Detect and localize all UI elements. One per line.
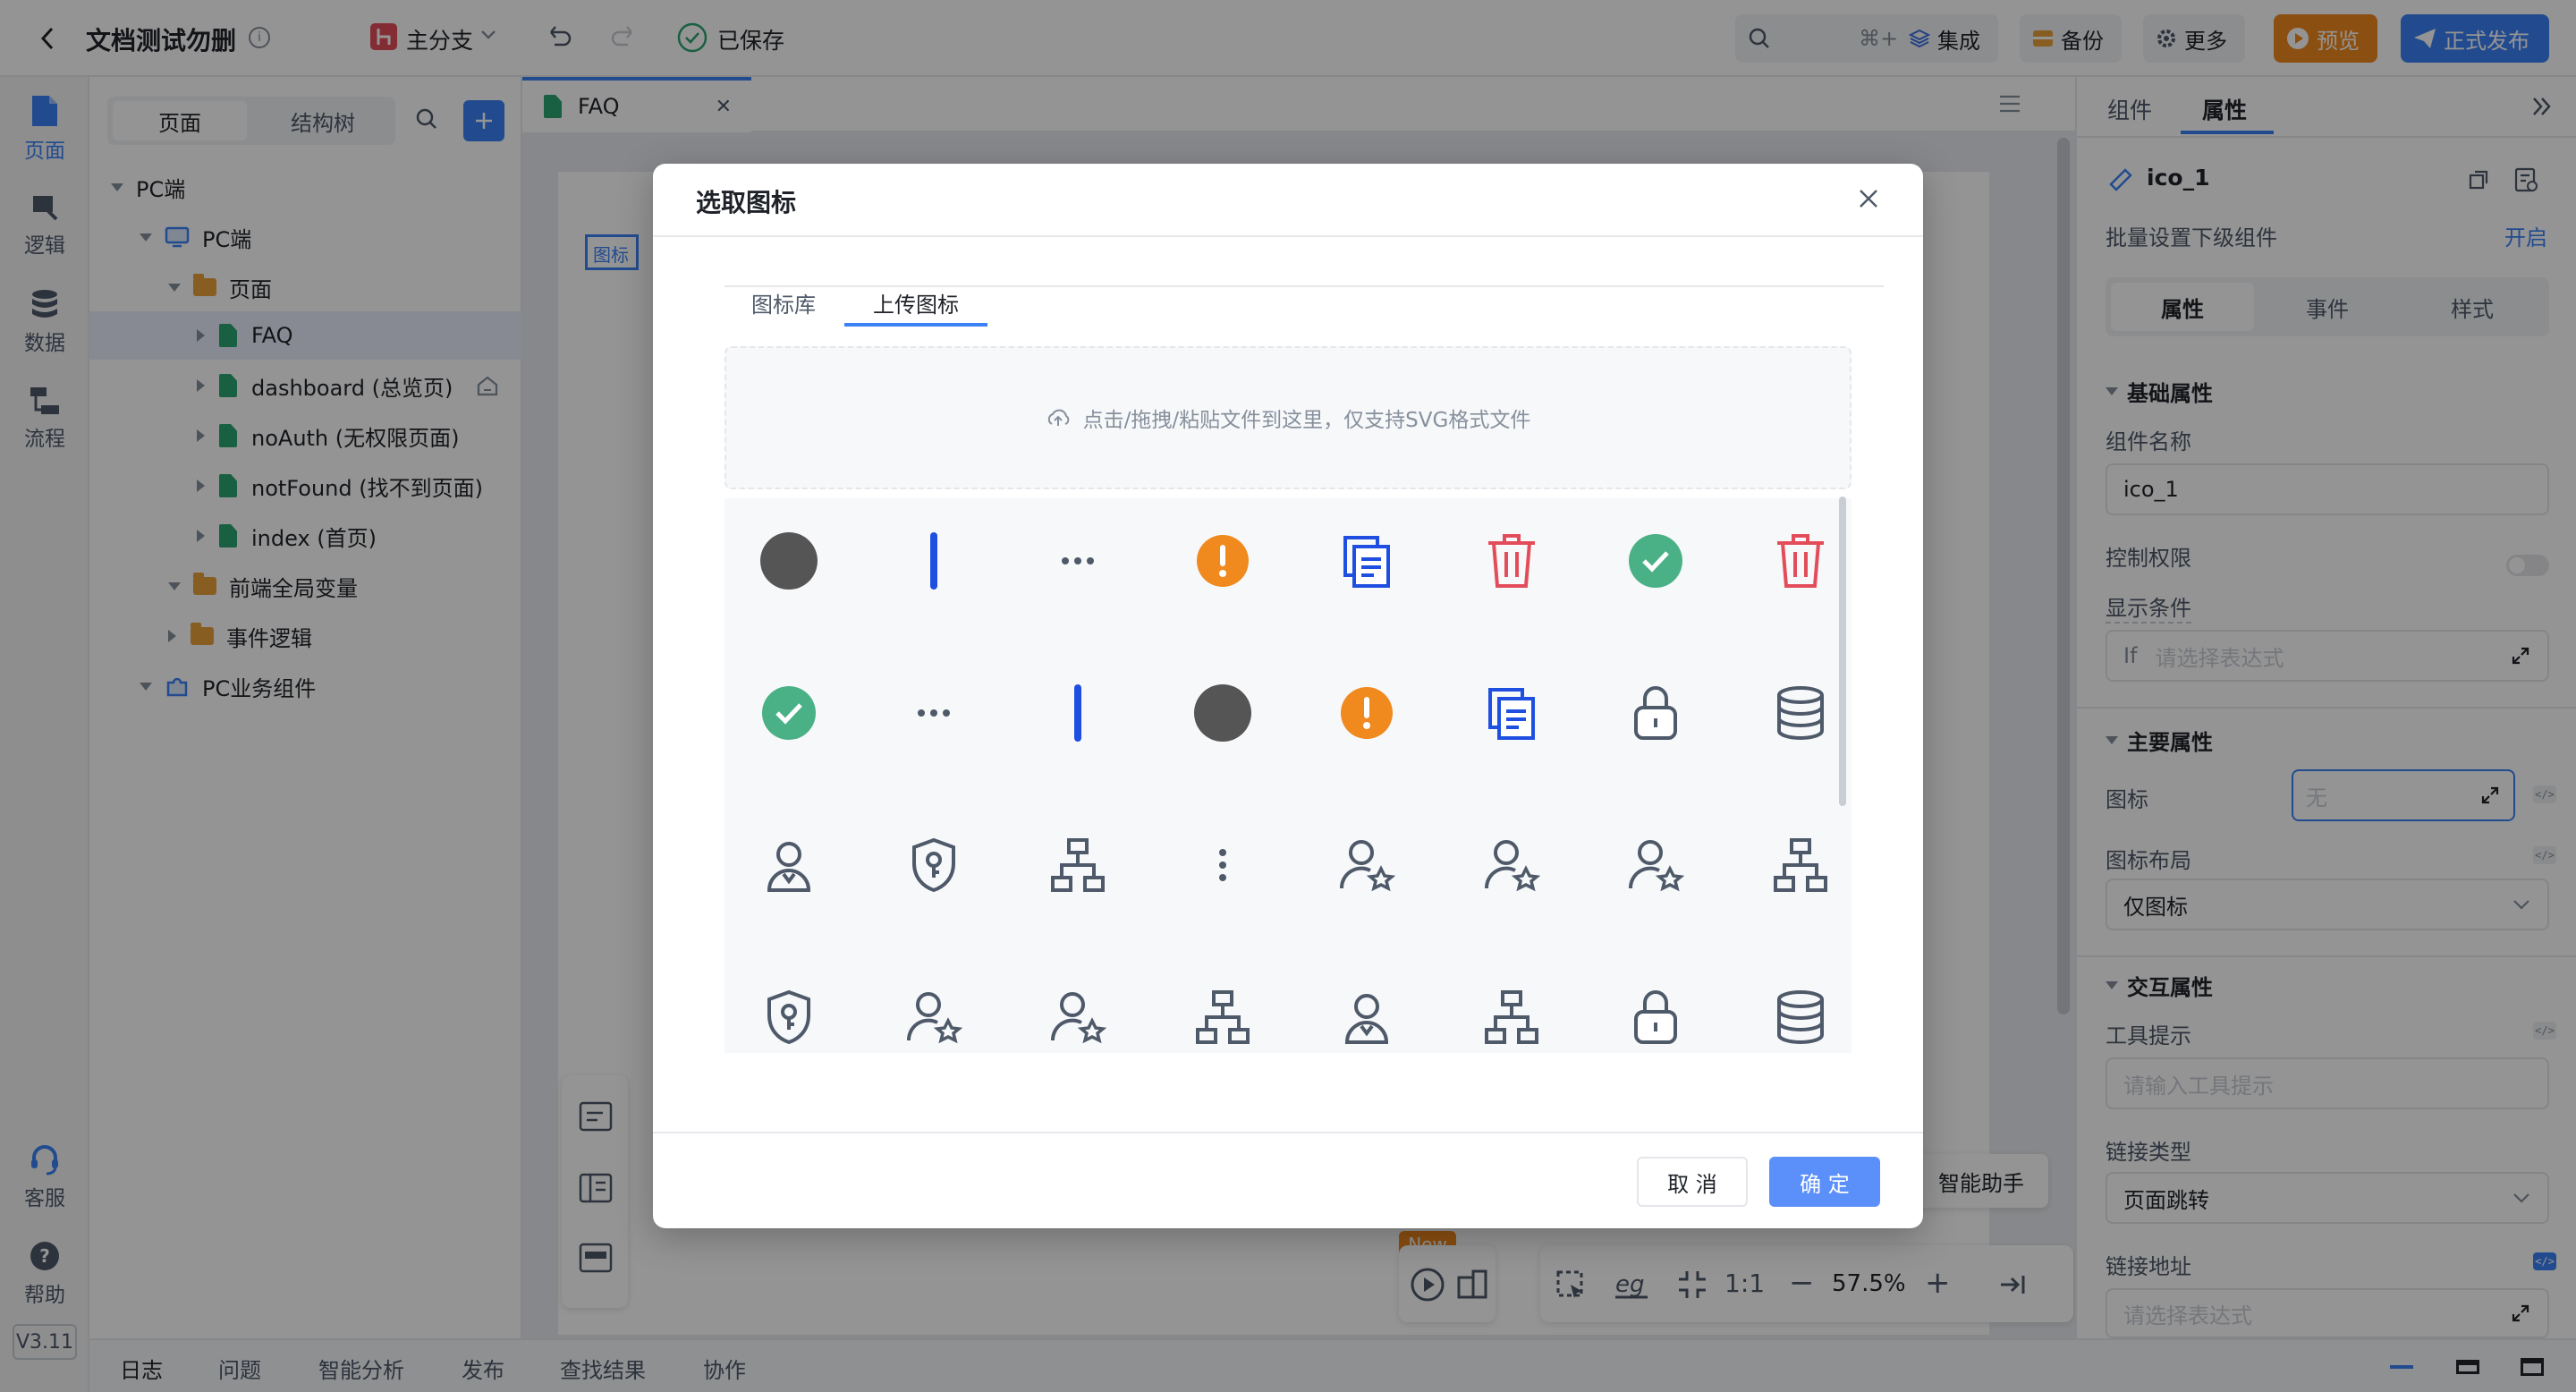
icon-option[interactable] xyxy=(1157,799,1289,931)
upload-dropzone[interactable]: 点击/拖拽/粘贴文件到这里，仅支持SVG格式文件 xyxy=(724,346,1852,489)
org-tree-icon xyxy=(1484,990,1538,1044)
icon-grid-scrollbar[interactable] xyxy=(1839,497,1846,806)
close-icon[interactable] xyxy=(1855,185,1882,212)
icon-option[interactable] xyxy=(868,498,1000,627)
icon-option[interactable] xyxy=(1445,647,1578,779)
user-star-icon xyxy=(1628,840,1684,892)
icon-option[interactable] xyxy=(1445,799,1578,931)
circle-filled-icon xyxy=(1193,684,1251,742)
icon-option[interactable] xyxy=(1012,647,1144,779)
icon-option[interactable] xyxy=(1445,498,1578,627)
user-icon xyxy=(1344,994,1389,1044)
icon-grid xyxy=(724,498,1852,1053)
icon-option[interactable] xyxy=(1157,951,1289,1053)
icon-option[interactable] xyxy=(1589,951,1722,1053)
bar-icon xyxy=(1074,684,1081,742)
tab-icon-library[interactable]: 图标库 xyxy=(751,287,816,318)
warning-icon xyxy=(1196,535,1249,587)
icon-option[interactable] xyxy=(868,951,1000,1053)
user-icon xyxy=(767,842,811,892)
confirm-button[interactable]: 确 定 xyxy=(1769,1157,1880,1207)
active-tab-indicator xyxy=(844,323,987,327)
check-circle-icon xyxy=(1629,534,1682,588)
icon-picker-dialog: 选取图标 图标库 上传图标 点击/拖拽/粘贴文件到这里，仅支持SVG格式文件 取… xyxy=(653,164,1923,1228)
shield-key-icon xyxy=(767,989,810,1045)
icon-option[interactable] xyxy=(1445,951,1578,1053)
icon-option[interactable] xyxy=(724,498,855,627)
divider xyxy=(653,235,1923,237)
icon-option[interactable] xyxy=(1734,498,1852,627)
more-vertical-icon xyxy=(1218,849,1226,881)
icon-option[interactable] xyxy=(724,647,855,779)
user-star-icon xyxy=(906,992,962,1044)
tab-upload-icon[interactable]: 上传图标 xyxy=(873,287,959,318)
cancel-button[interactable]: 取 消 xyxy=(1637,1157,1748,1207)
icon-option[interactable] xyxy=(1012,799,1144,931)
lock-icon xyxy=(1634,990,1677,1044)
cloud-upload-icon xyxy=(1046,408,1071,428)
user-star-icon xyxy=(1339,840,1395,892)
icon-option[interactable] xyxy=(1734,951,1852,1053)
lock-icon xyxy=(1634,686,1677,740)
icon-option[interactable] xyxy=(724,951,855,1053)
database-icon xyxy=(1776,686,1824,740)
copy-icon xyxy=(1343,536,1390,588)
icon-option[interactable] xyxy=(868,799,1000,931)
bar-icon xyxy=(929,532,937,590)
shield-key-icon xyxy=(911,837,955,893)
icon-option[interactable] xyxy=(1734,647,1852,779)
icon-option[interactable] xyxy=(1301,647,1433,779)
icon-option[interactable] xyxy=(1012,951,1144,1053)
check-circle-icon xyxy=(762,686,816,740)
more-horizontal-icon xyxy=(1062,557,1094,564)
copy-icon xyxy=(1487,688,1535,740)
org-tree-icon xyxy=(1773,838,1827,892)
delete-red-icon xyxy=(1776,534,1824,588)
database-icon xyxy=(1776,990,1824,1044)
icon-option[interactable] xyxy=(1301,951,1433,1053)
icon-option[interactable] xyxy=(868,647,1000,779)
icon-option[interactable] xyxy=(1734,799,1852,931)
org-tree-icon xyxy=(1195,990,1250,1044)
icon-option[interactable] xyxy=(1589,799,1722,931)
icon-option[interactable] xyxy=(1157,498,1289,627)
divider xyxy=(653,1132,1923,1133)
icon-option[interactable] xyxy=(1589,647,1722,779)
icon-option[interactable] xyxy=(1012,498,1144,627)
delete-red-icon xyxy=(1487,534,1535,588)
user-star-icon xyxy=(1484,840,1540,892)
dialog-title: 选取图标 xyxy=(696,188,797,217)
warning-icon xyxy=(1341,687,1393,739)
org-tree-icon xyxy=(1051,838,1105,892)
icon-option[interactable] xyxy=(1301,799,1433,931)
icon-option[interactable] xyxy=(724,799,855,931)
icon-option[interactable] xyxy=(1589,498,1722,627)
icon-option[interactable] xyxy=(1301,498,1433,627)
more-horizontal-icon xyxy=(917,709,950,717)
user-star-icon xyxy=(1050,992,1106,1044)
circle-filled-icon xyxy=(760,532,818,590)
icon-option[interactable] xyxy=(1157,647,1289,779)
